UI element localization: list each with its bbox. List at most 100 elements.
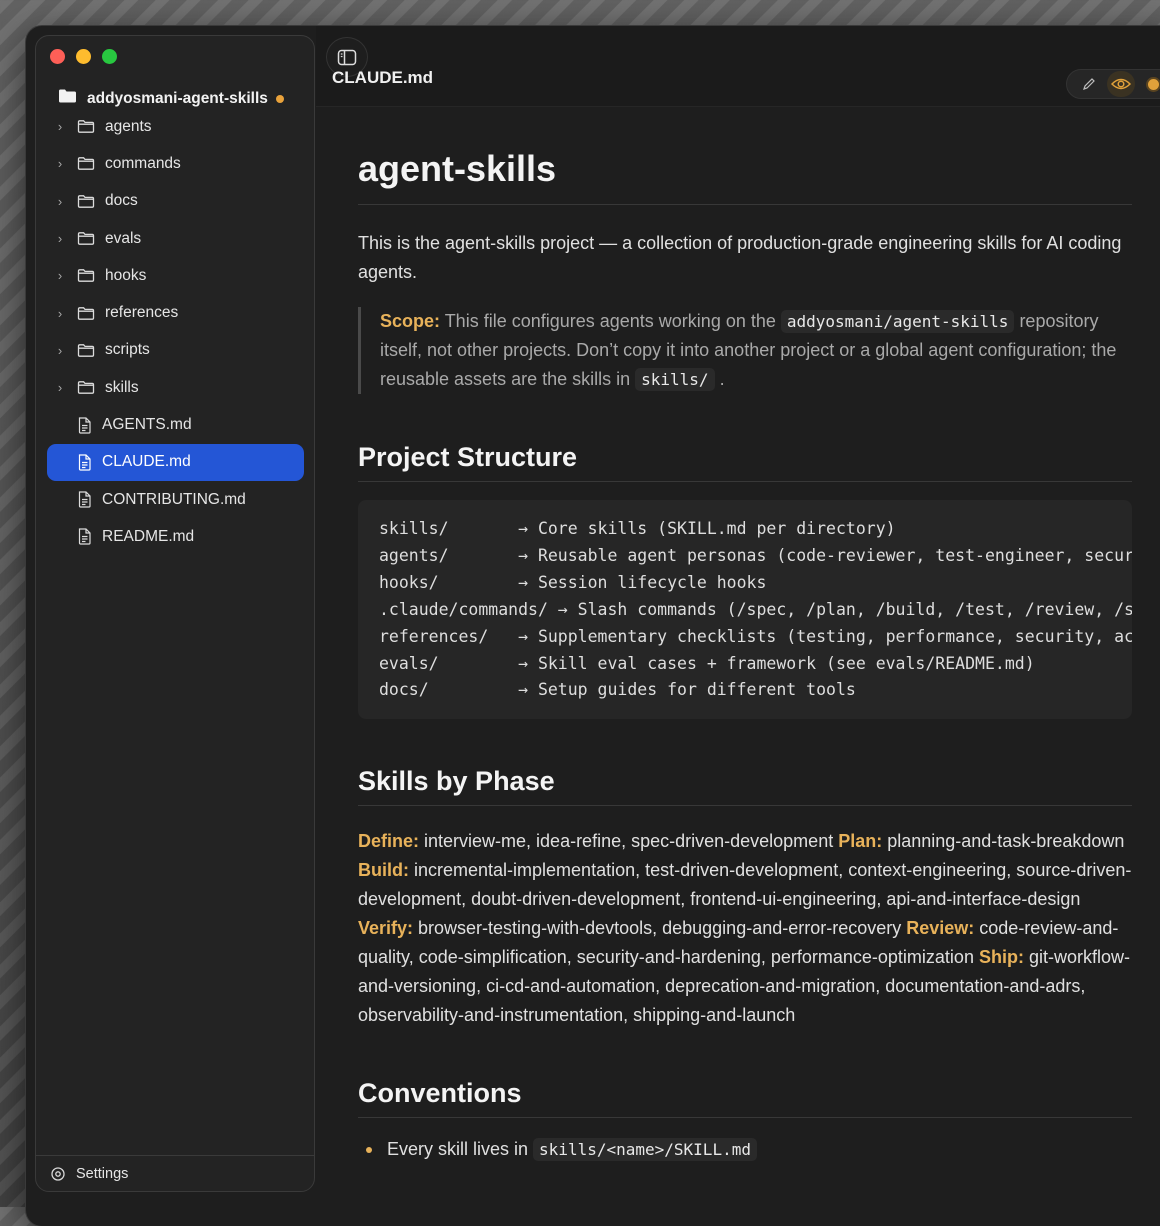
project-root-label: addyosmani-agent-skills [87,90,268,108]
file-item-contributing-md[interactable]: CONTRIBUTING.md [47,481,304,518]
conventions-list: Every skill lives in skills/<name>/SKILL… [358,1138,1132,1161]
folder-icon [77,343,95,358]
view-mode-toolbar [1066,69,1160,99]
file-label: AGENTS.md [102,416,192,434]
folder-label: evals [105,230,141,248]
chevron-right-icon: › [53,194,67,209]
file-item-readme-md[interactable]: README.md [47,518,304,555]
code-line: .claude/commands/ → Slash commands (/spe… [379,597,1111,624]
phase-text: interview-me, idea-refine, spec-driven-d… [419,831,838,851]
folder-label: docs [105,192,138,210]
folder-item-scripts[interactable]: › scripts [47,332,304,369]
code-line: evals/ → Skill eval cases + framework (s… [379,651,1111,678]
folder-label: commands [105,155,181,173]
phase-label: Define: [358,831,419,851]
window-controls [50,49,117,64]
folder-icon [77,119,95,134]
markdown-preview: agent-skills This is the agent-skills pr… [358,106,1132,1161]
settings-label: Settings [76,1166,128,1182]
phase-label: Build: [358,860,409,880]
intro-paragraph: This is the agent-skills project — a col… [358,229,1132,287]
file-item-agents-md[interactable]: AGENTS.md [47,406,304,443]
inline-code: addyosmani/agent-skills [781,310,1015,333]
inline-code: skills/ [635,368,714,391]
folder-label: skills [105,379,139,397]
bullet-icon [366,1147,372,1153]
inline-code: skills/<name>/SKILL.md [533,1138,757,1161]
chevron-right-icon: › [53,231,67,246]
preview-mode-button[interactable] [1107,71,1135,97]
file-item-claude-md[interactable]: CLAUDE.md [47,444,304,481]
folder-item-commands[interactable]: › commands [47,145,304,182]
phase-text: browser-testing-with-devtools, debugging… [413,918,906,938]
folder-item-agents[interactable]: › agents [47,108,304,145]
list-item: Every skill lives in skills/<name>/SKILL… [366,1138,1132,1161]
scope-text-1: This file configures agents working on t… [440,311,781,331]
scope-label: Scope: [380,311,440,331]
folder-item-skills[interactable]: › skills [47,369,304,406]
code-line: agents/ → Reusable agent personas (code-… [379,543,1111,570]
folder-item-docs[interactable]: › docs [47,183,304,220]
file-label: README.md [102,528,194,546]
edit-mode-button[interactable] [1075,71,1103,97]
folder-icon [77,194,95,209]
phase-text: incremental-implementation, test-driven-… [358,860,1131,909]
folder-icon [77,268,95,283]
folder-icon [77,380,95,395]
folder-item-evals[interactable]: › evals [47,220,304,257]
editor-pane: CLAUDE.md agent-skills This is the agent… [316,26,1160,1226]
app-window: addyosmani-agent-skills › agents › comma… [26,26,1160,1226]
folder-icon [77,231,95,246]
editor-toolbar: CLAUDE.md [316,26,1160,107]
folder-item-references[interactable]: › references [47,294,304,331]
scope-blockquote: Scope: This file configures agents worki… [358,307,1132,394]
project-root[interactable]: addyosmani-agent-skills [58,88,284,109]
phase-label: Plan: [838,831,882,851]
chevron-right-icon: › [53,306,67,321]
document-icon [77,528,92,545]
folder-label: references [105,304,178,322]
phases-paragraph: Define: interview-me, idea-refine, spec-… [358,827,1132,1030]
document-title: CLAUDE.md [332,68,433,88]
doc-title: agent-skills [358,148,1132,205]
status-dot-icon [1146,77,1160,92]
minimize-window-button[interactable] [76,49,91,64]
sidebar-toggle-icon [337,49,357,66]
file-label: CLAUDE.md [102,453,191,471]
document-icon [77,417,92,434]
document-icon [77,491,92,508]
section-heading-conventions: Conventions [358,1078,1132,1118]
chevron-right-icon: › [53,343,67,358]
code-line: docs/ → Setup guides for different tools [379,677,1111,704]
section-heading-skills-by-phase: Skills by Phase [358,766,1132,806]
settings-button[interactable]: Settings [36,1155,314,1191]
scope-text-3: . [715,369,725,389]
folder-item-hooks[interactable]: › hooks [47,257,304,294]
unsaved-dot [276,95,284,103]
folder-label: hooks [105,267,146,285]
status-indicator-button[interactable] [1139,71,1160,97]
file-tree: › agents › commands › docs › evals › [47,108,304,556]
gear-icon [50,1166,66,1182]
folder-icon [77,156,95,171]
folder-label: agents [105,118,152,136]
code-line: hooks/ → Session lifecycle hooks [379,570,1111,597]
document-icon [77,454,92,471]
phase-text: planning-and-task-breakdown [882,831,1124,851]
phase-label: Ship: [979,947,1024,967]
file-label: CONTRIBUTING.md [102,491,246,509]
code-line: skills/ → Core skills (SKILL.md per dire… [379,516,1111,543]
pencil-icon [1082,77,1096,91]
folder-icon [77,306,95,321]
chevron-right-icon: › [53,119,67,134]
phase-label: Verify: [358,918,413,938]
file-sidebar: addyosmani-agent-skills › agents › comma… [35,35,315,1192]
zoom-window-button[interactable] [102,49,117,64]
folder-label: scripts [105,341,150,359]
eye-icon [1111,77,1131,91]
folder-filled-icon [58,88,77,109]
close-window-button[interactable] [50,49,65,64]
chevron-right-icon: › [53,156,67,171]
chevron-right-icon: › [53,380,67,395]
code-block: skills/ → Core skills (SKILL.md per dire… [358,500,1132,719]
